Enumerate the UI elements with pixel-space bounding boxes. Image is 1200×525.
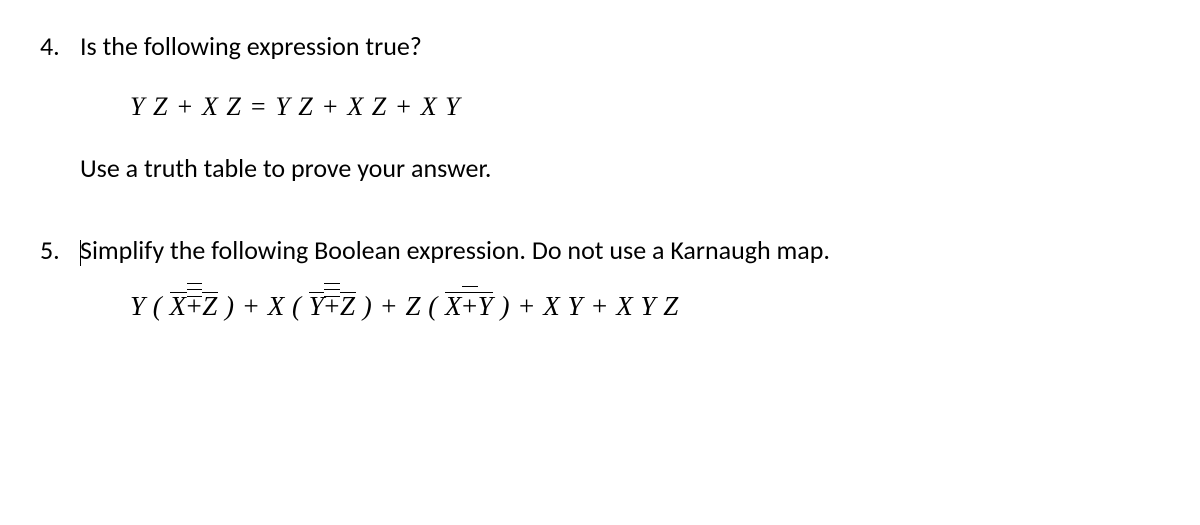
problem-5-question: Simplify the following Boolean expressio… [80, 234, 1160, 266]
problem-4-instruction: Use a truth table to prove your answer. [80, 152, 1160, 184]
problem-5-expression: Y ( X+Z ) + X ( Y+Z ) + Z ( X+Y ) + X Y … [130, 291, 1160, 322]
x-bar: X [445, 291, 462, 322]
text-cursor [80, 240, 81, 266]
z-bar: Z [202, 291, 218, 322]
expr-part: ) + Z ( [356, 291, 445, 321]
plus-double-bar: + [462, 291, 478, 322]
problem-4: 4. Is the following expression true? Y Z… [40, 30, 1160, 184]
problem-4-question: Is the following expression true? [80, 30, 1160, 62]
z-bar: Z [340, 291, 356, 322]
plus-triple-bar: + [324, 291, 340, 322]
problem-5-number: 5. [40, 234, 80, 266]
problem-5-header: 5. Simplify the following Boolean expres… [40, 234, 1160, 266]
problem-4-number: 4. [40, 30, 80, 62]
y-bar: Y [309, 291, 325, 322]
y-bar: Y [478, 291, 494, 322]
problem-5-question-text: Simplify the following Boolean expressio… [80, 234, 830, 266]
problem-5: 5. Simplify the following Boolean expres… [40, 234, 1160, 322]
x-bar: X [170, 291, 187, 322]
problem-4-expression: Y Z + X Z = Y Z + X Z + X Y [130, 92, 1160, 122]
expr-part: Y ( [130, 291, 170, 321]
expr-part: ) + X ( [218, 291, 309, 321]
expr-part: ) + X Y + X Y Z [493, 291, 678, 321]
plus-triple-bar: + [187, 291, 203, 322]
problem-4-header: 4. Is the following expression true? [40, 30, 1160, 62]
